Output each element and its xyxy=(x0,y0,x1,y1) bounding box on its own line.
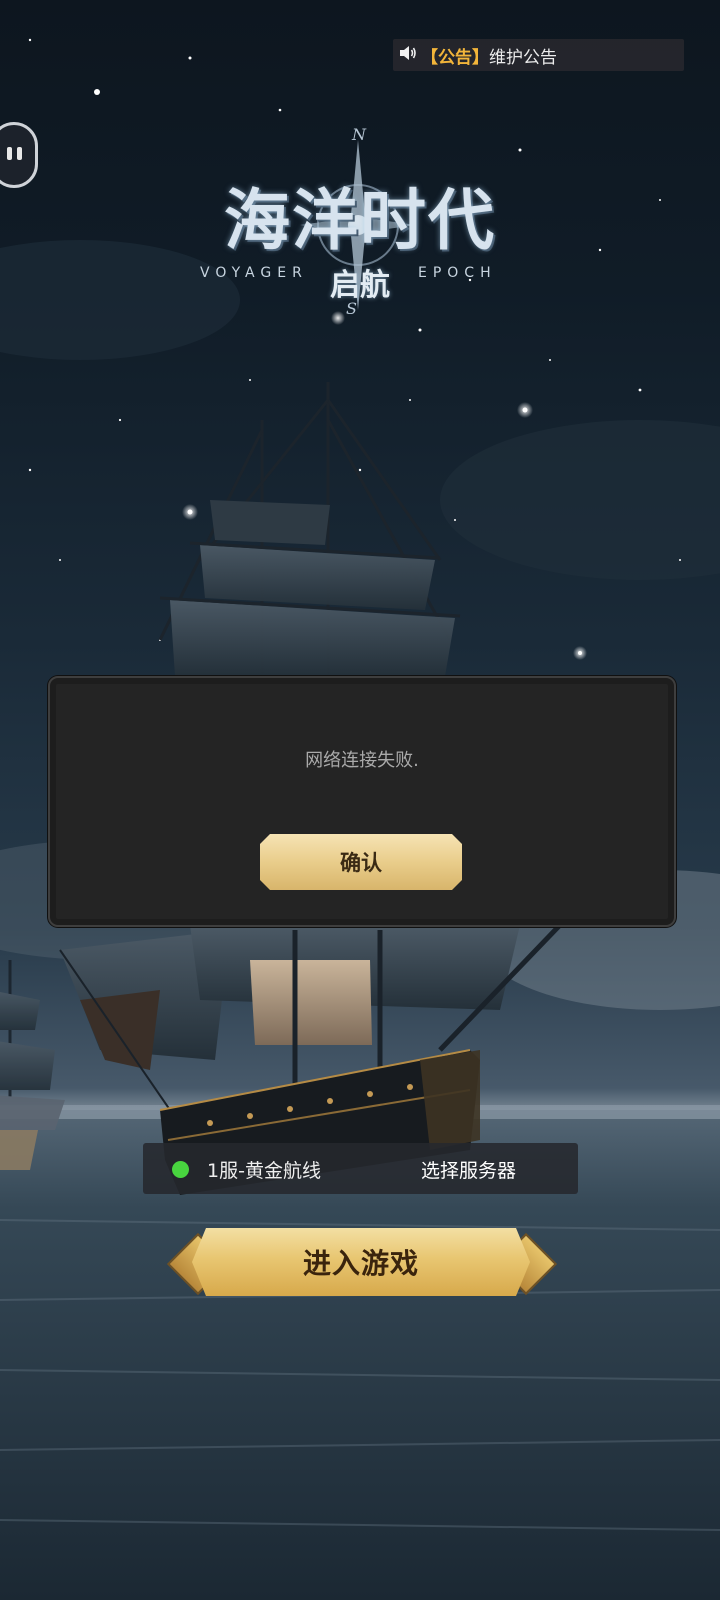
enter-game-button[interactable]: 进入游戏 xyxy=(166,1228,558,1296)
confirm-button-label: 确认 xyxy=(340,850,382,875)
game-logo: N 海洋时代 VOYAGER 启航 EPOCH S xyxy=(190,125,530,325)
server-name: 1服-黄金航线 xyxy=(207,1160,321,1182)
select-server-button[interactable]: 选择服务器 xyxy=(421,1156,516,1183)
confirm-button[interactable]: 确认 xyxy=(260,834,462,890)
logo-right-text: EPOCH xyxy=(418,265,497,281)
announcement-text: 维护公告 xyxy=(489,47,557,68)
announcement-tag: 【公告】 xyxy=(421,47,489,68)
dialog-message: 网络连接失败. xyxy=(305,750,419,771)
server-selector[interactable]: 1服-黄金航线 选择服务器 xyxy=(143,1143,578,1194)
announcement-bar[interactable]: 【公告】 维护公告 xyxy=(393,39,684,71)
network-error-dialog: 网络连接失败. 确认 xyxy=(48,676,676,927)
enter-game-label: 进入游戏 xyxy=(302,1247,419,1280)
eye-left-icon xyxy=(7,147,12,160)
compass-north-label: N xyxy=(352,125,366,144)
floating-assistant-button[interactable] xyxy=(0,122,38,188)
server-status-dot xyxy=(172,1161,189,1178)
speaker-icon xyxy=(399,45,417,65)
compass-south-label: S xyxy=(346,299,357,318)
eye-right-icon xyxy=(17,147,22,160)
game-login-screen: 【公告】 维护公告 N 海洋时代 VOYAGER 启航 EPOCH S 网络连接… xyxy=(0,0,720,1600)
logo-title: 海洋时代 xyxy=(224,181,496,259)
